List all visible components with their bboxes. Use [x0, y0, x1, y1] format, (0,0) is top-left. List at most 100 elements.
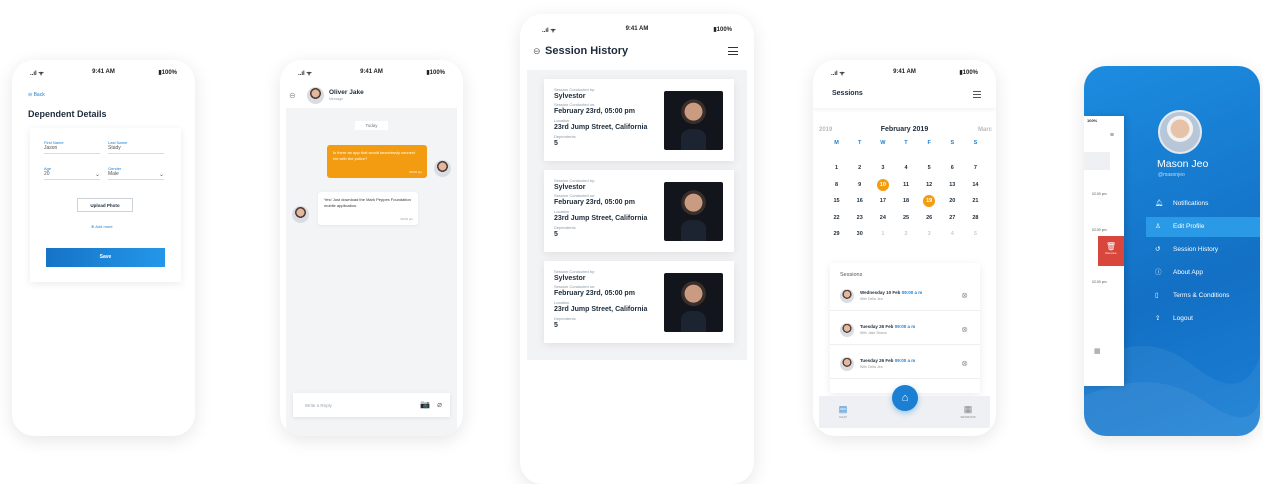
conducted-by-label: Session Conducted by:: [554, 269, 596, 274]
session-row[interactable]: Tuesday 26 Feb 09:00 a m With Della Jea …: [830, 351, 980, 379]
session-time: 09:00 a m: [894, 324, 916, 329]
back-button[interactable]: ⊖: [533, 46, 541, 57]
calendar-day[interactable]: 26: [923, 212, 935, 224]
session-card[interactable]: Session Conducted by: Sylvestor Session …: [544, 79, 734, 161]
calendar-day[interactable]: 19: [923, 195, 936, 207]
calendar-grid: M T W T F S S 1 2 3 4 5 6 7 8 9 10 11 12 13 14 15 16 17 18 19 20 21…: [825, 140, 987, 260]
profile-avatar[interactable]: [1158, 110, 1202, 154]
menu-icon[interactable]: [728, 47, 738, 55]
contact-name: Oliver Jake: [329, 89, 364, 96]
session-row[interactable]: Wednesday 10 Feb 09:00 a m With Della Je…: [830, 283, 980, 311]
back-button[interactable]: ⊖ Back: [28, 92, 45, 98]
calendar-day[interactable]: 30: [854, 228, 866, 240]
menu-item-logout[interactable]: ⇪ Logout: [1146, 309, 1260, 329]
chevron-down-icon: ⌄: [94, 172, 100, 178]
menu-item-notifications[interactable]: 🔔︎ Notifications: [1146, 194, 1260, 214]
calendar-day[interactable]: 7: [969, 162, 981, 174]
menu-item-edit-profile[interactable]: ♙ Edit Profile: [1146, 217, 1260, 237]
back-button[interactable]: ⊖: [289, 91, 296, 100]
weekday-header: MTWTFSS: [825, 140, 987, 150]
calendar-day[interactable]: 8: [831, 179, 843, 191]
officer-name: Sylvestor: [554, 184, 586, 191]
calendar-day[interactable]: 17: [877, 195, 889, 207]
calendar-day[interactable]: 5: [923, 162, 935, 174]
calendar-day[interactable]: 23: [854, 212, 866, 224]
age-select[interactable]: Age 20 ⌄: [44, 166, 100, 180]
camera-icon[interactable]: 📷: [420, 400, 430, 409]
calendar-day[interactable]: 22: [831, 212, 843, 224]
calendar-day[interactable]: 9: [854, 179, 866, 191]
menu-icon[interactable]: ≡: [1110, 132, 1114, 139]
user-name: Mason Jeo: [1157, 158, 1209, 170]
calendar-day[interactable]: 15: [831, 195, 843, 207]
calendar-day[interactable]: 11: [900, 179, 912, 191]
calendar-day[interactable]: 29: [831, 228, 843, 240]
session-card[interactable]: Session Conducted by: Sylvestor Session …: [544, 261, 734, 343]
attachment-icon[interactable]: ⌀: [437, 400, 442, 409]
nav-home-button[interactable]: ⌂: [892, 385, 918, 411]
add-more-button[interactable]: ⊕ Add more: [91, 224, 113, 229]
calendar-day[interactable]: 18: [900, 195, 912, 207]
calendar-day[interactable]: 24: [877, 212, 889, 224]
age-value: 20: [44, 171, 50, 177]
upload-photo-button[interactable]: Upload Photo: [77, 198, 133, 212]
calendar-day[interactable]: 4: [900, 162, 912, 174]
calendar-day[interactable]: 2: [854, 162, 866, 174]
calendar-day[interactable]: 20: [946, 195, 958, 207]
calendar-day[interactable]: 27: [946, 212, 958, 224]
calendar-day[interactable]: 13: [946, 179, 958, 191]
session-location: 23rd Jump Street, California: [554, 215, 648, 222]
nav-chat[interactable]: ▤ CHAT: [835, 404, 851, 419]
calendar-day[interactable]: 12: [923, 179, 935, 191]
calendar-day[interactable]: 2: [900, 228, 912, 240]
reply-input[interactable]: Write a Reply 📷 ⌀: [293, 393, 450, 417]
session-date: February 23rd, 05:00 pm: [554, 199, 635, 206]
next-month[interactable]: Marc: [978, 127, 992, 133]
calendar-day[interactable]: 10: [876, 178, 889, 191]
nav-sessions[interactable]: ▦ SESSIONS: [957, 404, 979, 419]
calendar-day[interactable]: 1: [877, 228, 889, 240]
cancel-session-icon[interactable]: ⊗: [961, 291, 968, 300]
calendar-day[interactable]: 3: [877, 162, 889, 174]
weekday-label: S: [950, 140, 955, 146]
calendar-day[interactable]: 21: [969, 195, 981, 207]
menu-item-session-history[interactable]: ↺ Session History: [1146, 240, 1260, 260]
calendar-day[interactable]: 1: [831, 162, 843, 174]
calendar-day[interactable]: 25: [900, 212, 912, 224]
dependents-label: Dependents: [554, 225, 576, 230]
calendar-icon: ▦: [963, 404, 973, 414]
last-name-field[interactable]: Last Name Stady: [108, 140, 164, 154]
calendar-day[interactable]: 6: [946, 162, 958, 174]
remove-button[interactable]: 🗑 Remove: [1098, 236, 1124, 266]
chevron-down-icon: ⌄: [158, 172, 164, 178]
menu-item-terms[interactable]: ▯ Terms & Conditions: [1146, 286, 1260, 306]
cancel-session-icon[interactable]: ⊗: [961, 359, 968, 368]
dependents-label: Dependents: [554, 134, 576, 139]
user-handle: @masonjeo: [1158, 172, 1185, 178]
cancel-session-icon[interactable]: ⊗: [961, 325, 968, 334]
menu-item-about-app[interactable]: ⓘ About App: [1146, 263, 1260, 283]
calendar-day[interactable]: 14: [969, 179, 981, 191]
attendee-avatar: [840, 323, 854, 337]
gender-select[interactable]: Gender Male ⌄: [108, 166, 164, 180]
session-row[interactable]: Tuesday 26 Feb 09:00 a m With Jake Sbarr…: [830, 317, 980, 345]
calendar-day[interactable]: 4: [946, 228, 958, 240]
menu-label: Logout: [1173, 315, 1193, 322]
menu-label: Terms & Conditions: [1173, 292, 1230, 299]
menu-icon[interactable]: [973, 91, 981, 98]
page-title: Dependent Details: [28, 109, 107, 119]
officer-photo: [664, 91, 723, 150]
calendar-day[interactable]: 3: [923, 228, 935, 240]
calendar-day[interactable]: 28: [969, 212, 981, 224]
calendar-day[interactable]: 5: [969, 228, 981, 240]
dependent-form-card: First Name Jason Last Name Stady Age 20 …: [30, 128, 181, 282]
first-name-field[interactable]: First Name Jason: [44, 140, 100, 154]
session-card[interactable]: Session Conducted by: Sylvestor Session …: [544, 170, 734, 252]
calendar-day[interactable]: 16: [854, 195, 866, 207]
plus-circle-icon: ⊕: [91, 224, 95, 229]
incoming-message: Yes! Just download the Mark Peppes Found…: [318, 192, 418, 225]
save-button[interactable]: Save: [46, 248, 165, 267]
outgoing-message: Is there an app that would seamlessly co…: [327, 145, 427, 178]
first-name-value: Jason: [44, 145, 58, 151]
dependents-label: Dependents: [554, 316, 576, 321]
